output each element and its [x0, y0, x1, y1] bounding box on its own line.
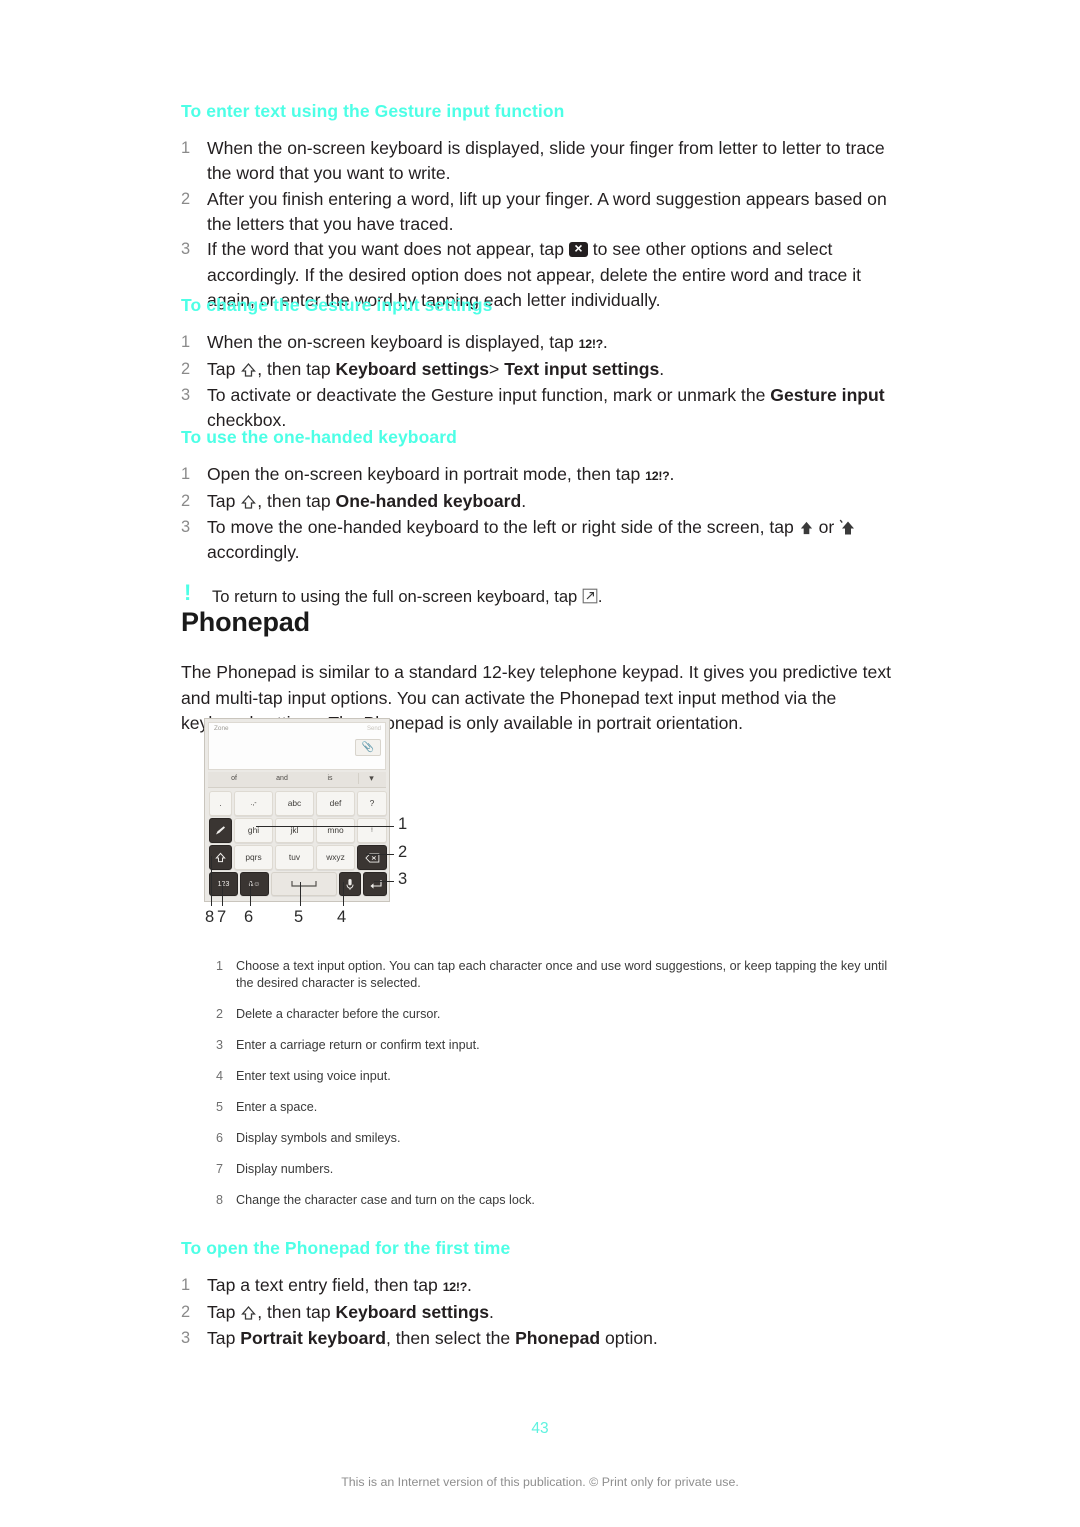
numbers-symbols-glyph: 12!? [578, 336, 604, 351]
suggestion-item[interactable]: is [308, 775, 352, 782]
figure-legend-list: Choose a text input option. You can tap … [216, 958, 906, 1223]
suggestion-strip: of and is ▾ [208, 772, 386, 788]
suggestion-item[interactable]: and [260, 775, 304, 782]
step-item: To move the one-handed keyboard to the l… [181, 515, 903, 566]
enter-key[interactable] [363, 872, 387, 896]
heading-one-handed: To use the one-handed keyboard [181, 427, 457, 447]
legend-item: Enter a space. [216, 1099, 318, 1116]
key-def[interactable]: def [316, 791, 355, 816]
space-icon [291, 881, 317, 887]
legend-item: Delete a character before the cursor. [216, 1006, 441, 1023]
section-gesture-input: To enter text using the Gesture input fu… [181, 100, 903, 314]
chevron-down-icon[interactable]: ▾ [358, 773, 384, 784]
heading-gesture-input: To enter text using the Gesture input fu… [181, 101, 565, 121]
backspace-icon [568, 239, 588, 258]
callout-number-4: 4 [337, 908, 347, 926]
step-text-before-icon: If the word that you want does not appea… [207, 239, 569, 260]
attach-button[interactable]: 📎 [355, 739, 381, 756]
step-item: When the on-screen keyboard is displayed… [181, 136, 885, 184]
backspace-key[interactable] [357, 845, 387, 870]
phonepad-figure: Zone Send 📎 of and is ▾ . .,- abc def ? [196, 716, 436, 956]
callout-number-2: 2 [398, 843, 408, 861]
footer-copyright-note: This is an Internet version of this publ… [341, 1475, 739, 1489]
shift-icon [215, 852, 226, 863]
legend-item: Display numbers. [216, 1161, 334, 1178]
key-pqrs[interactable]: pqrs [234, 845, 273, 870]
step-item: Tap , then tap Keyboard settings. [181, 1300, 494, 1326]
key-mno[interactable]: mno [316, 818, 355, 843]
callout-leader-5 [300, 882, 301, 906]
page-number: 43 [531, 1420, 549, 1437]
callout-number-7: 7 [217, 908, 227, 926]
key-punctuation[interactable]: .,- [234, 791, 273, 816]
section-one-handed: To use the one-handed keyboard Open the … [181, 426, 903, 609]
numbers-symbols-glyph: 12!? [645, 468, 670, 483]
key-abc[interactable]: abc [275, 791, 314, 816]
key-period[interactable]: . [209, 791, 232, 816]
page-title-phonepad: Phonepad [181, 607, 310, 637]
step-item: Open the on-screen keyboard in portrait … [181, 462, 675, 488]
legend-item: Choose a text input option. You can tap … [216, 958, 888, 990]
note-exclamation-icon: ! [184, 580, 192, 606]
move-right-arrow-icon [800, 521, 812, 534]
symbols-smileys-key[interactable]: &☺ [240, 872, 269, 896]
legend-item: Enter a carriage return or confirm text … [216, 1037, 480, 1054]
step-item: After you finish entering a word, lift u… [181, 187, 887, 234]
heading-open-phonepad: To open the Phonepad for the first time [181, 1238, 511, 1258]
shift-icon [241, 363, 257, 377]
key-jkl[interactable]: jkl [275, 818, 314, 843]
pen-icon [216, 826, 225, 835]
paperclip-icon: 📎 [361, 742, 375, 753]
shift-icon [241, 495, 257, 509]
suggestion-item[interactable]: of [212, 775, 256, 782]
steps-open-phonepad: Tap a text entry field, then tap 12!?. T… [181, 1273, 903, 1352]
shift-icon [241, 1306, 257, 1320]
step-item: Tap a text entry field, then tap 12!?. [181, 1273, 472, 1299]
shift-key[interactable] [209, 845, 232, 870]
callout-leader-7 [222, 882, 223, 906]
steps-gesture-settings: When the on-screen keyboard is displayed… [181, 330, 903, 434]
callout-leader-6 [250, 882, 251, 906]
heading-gesture-settings: To change the Gesture input settings [181, 295, 493, 315]
space-key[interactable] [271, 872, 337, 896]
pen-icon-key[interactable] [209, 818, 232, 843]
legend-item: Display symbols and smileys. [216, 1130, 401, 1147]
step-item: Tap Portrait keyboard, then select the P… [181, 1326, 658, 1352]
step-item: Tap , then tap Keyboard settings> Text i… [181, 357, 665, 383]
section-open-phonepad: To open the Phonepad for the first time … [181, 1237, 903, 1351]
field-placeholder: Zone [214, 725, 229, 732]
text-entry-field[interactable]: Zone Send 📎 [208, 722, 386, 770]
steps-one-handed: Open the on-screen keyboard in portrait … [181, 462, 903, 566]
key-tuv[interactable]: tuv [275, 845, 314, 870]
microphone-icon [346, 878, 354, 890]
key-exclamation[interactable]: ! [357, 818, 387, 843]
step-item: When the on-screen keyboard is displayed… [181, 330, 608, 356]
callout-leader-1 [256, 826, 394, 827]
callout-leader-8 [211, 856, 212, 906]
section-gesture-settings: To change the Gesture input settings Whe… [181, 294, 903, 433]
legend-item: Enter text using voice input. [216, 1068, 391, 1085]
numbers-key[interactable]: 123 [209, 872, 238, 896]
document-page: To enter text using the Gesture input fu… [0, 0, 1080, 1527]
callout-number-8: 8 [205, 908, 215, 926]
move-left-arrow-icon [839, 519, 855, 535]
phonepad-keyboard-mockup: Zone Send 📎 of and is ▾ . .,- abc def ? [204, 718, 390, 902]
callout-number-3: 3 [398, 870, 408, 888]
callout-number-6: 6 [244, 908, 254, 926]
note-return-full-keyboard: ! To return to using the full on-screen … [184, 580, 603, 607]
callout-number-1: 1 [398, 815, 408, 833]
key-question[interactable]: ? [357, 791, 387, 816]
callout-leader-4 [343, 882, 344, 906]
callout-number-5: 5 [294, 908, 304, 926]
callout-leader-3 [374, 881, 394, 882]
steps-gesture-input: When the on-screen keyboard is displayed… [181, 136, 903, 314]
step-item: Tap , then tap One-handed keyboard. [181, 489, 527, 515]
send-button[interactable]: Send [367, 726, 381, 732]
expand-keyboard-icon [582, 589, 598, 604]
callout-leader-2 [366, 854, 394, 855]
legend-item: Change the character case and turn on th… [216, 1192, 535, 1209]
key-wxyz[interactable]: wxyz [316, 845, 355, 870]
key-ghi[interactable]: ghi [234, 818, 273, 843]
numbers-symbols-glyph: 12!? [442, 1279, 468, 1294]
